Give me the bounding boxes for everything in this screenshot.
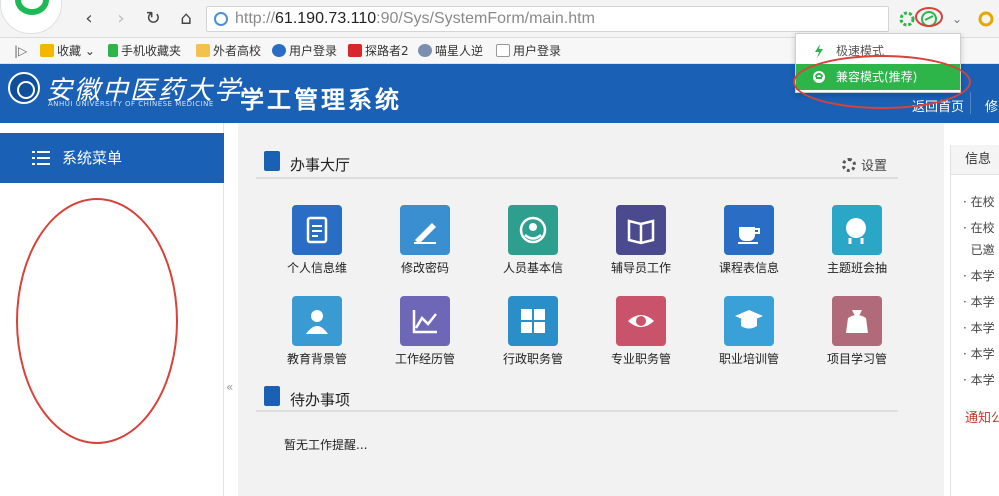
- tile-label: 教育背景管: [286, 352, 347, 366]
- hall-divider: [256, 177, 898, 179]
- info-list-item[interactable]: · 在校: [963, 219, 995, 236]
- tile-counselor-work[interactable]: 辅导员工作: [588, 205, 694, 291]
- back-icon[interactable]: ‹: [78, 8, 100, 30]
- annotation-ellipse-compat: [793, 55, 971, 109]
- tile-label: 修改密码: [400, 261, 449, 275]
- info-list-item[interactable]: · 本学: [963, 267, 995, 284]
- collapse-sidebar-icon[interactable]: «: [226, 380, 233, 394]
- tile-label: 课程表信息: [718, 261, 779, 275]
- info-panel: 信息 · 在校 · 在校 已邀 · 本学 · 本学 · 本学 · 本学 · 本学 通知公: [950, 145, 999, 496]
- tile-staff-basic-info[interactable]: 人员基本信: [480, 205, 586, 291]
- tile-label: 工作经历管: [394, 352, 455, 366]
- course-schedule-icon: [724, 205, 774, 255]
- speed-mode-icon[interactable]: [898, 10, 916, 28]
- tile-label: 专业职务管: [610, 352, 671, 366]
- tile-label: 项目学习管: [826, 352, 887, 366]
- tile-label: 辅导员工作: [610, 261, 671, 275]
- tile-change-password[interactable]: 修改密码: [372, 205, 478, 291]
- browser-e-icon: [15, 0, 49, 15]
- tile-education-background[interactable]: 教育背景管: [264, 296, 370, 382]
- tile-admin-position[interactable]: 行政职务管: [480, 296, 586, 382]
- staff-basic-info-icon: [508, 205, 558, 255]
- menu-icon: [32, 151, 50, 165]
- lightning-icon: [815, 44, 823, 58]
- work-history-icon: [400, 296, 450, 346]
- refresh-icon[interactable]: ↻: [142, 8, 164, 30]
- tile-label: 行政职务管: [502, 352, 563, 366]
- globe-icon: [272, 44, 286, 57]
- address-bar[interactable]: http://61.190.73.110:90/Sys/SystemForm/m…: [206, 6, 889, 32]
- university-seal-icon: [8, 72, 40, 104]
- class-meeting-icon: [832, 205, 882, 255]
- folder-icon: [196, 44, 210, 57]
- info-list-item[interactable]: · 本学: [963, 293, 995, 310]
- no-task-message: 暂无工作提醒...: [284, 438, 368, 452]
- hall-title: 办事大厅: [290, 156, 351, 174]
- education-background-icon: [292, 296, 342, 346]
- tile-vocational-training[interactable]: 职业培训管: [696, 296, 802, 382]
- tile-label: 个人信息维: [286, 261, 347, 275]
- tile-course-schedule[interactable]: 课程表信息: [696, 205, 802, 291]
- todo-title: 待办事项: [290, 391, 351, 409]
- system-title: 学工管理系统: [240, 86, 402, 114]
- tile-label: 人员基本信: [502, 261, 563, 275]
- project-study-icon: [832, 296, 882, 346]
- tile-professional-position[interactable]: 专业职务管: [588, 296, 694, 382]
- bookmark-mobile[interactable]: 手机收藏夹: [108, 43, 181, 59]
- university-name-en: ANHUI UNIVERSITY OF CHINESE MEDICINE: [48, 100, 214, 108]
- extension-icon[interactable]: [977, 10, 995, 28]
- notice-title[interactable]: 通知公: [965, 407, 999, 426]
- info-list-item[interactable]: · 本学: [963, 371, 995, 388]
- url-path: :90/Sys/SystemForm/main.htm: [376, 10, 595, 27]
- gear-icon: [842, 158, 856, 172]
- site-info-icon: [214, 12, 228, 26]
- forward-icon[interactable]: ›: [110, 8, 132, 30]
- personal-info-icon: [292, 205, 342, 255]
- bookmark-favorites[interactable]: 收藏 ⌄: [40, 43, 95, 59]
- counselor-work-icon: [616, 205, 666, 255]
- url-host: 61.190.73.110: [275, 10, 377, 27]
- info-list-item[interactable]: · 本学: [963, 319, 995, 336]
- todo-divider: [256, 410, 898, 412]
- info-list-item[interactable]: · 本学: [963, 345, 995, 362]
- tile-class-meeting[interactable]: 主题班会抽: [804, 205, 910, 291]
- bookmark-cat[interactable]: 喵星人逆: [418, 43, 483, 59]
- sidebar-title: 系统菜单: [62, 149, 123, 167]
- main-content: 办事大厅 设置 个人信息维 修改密码 人员基本信 辅导员工作 课程表信息 主题班会抽教育背…: [238, 123, 944, 496]
- tile-label: 主题班会抽: [826, 261, 887, 275]
- paw-icon: [418, 44, 432, 57]
- change-password-icon: [400, 205, 450, 255]
- todo-document-icon: [264, 386, 280, 406]
- modify-link[interactable]: 修: [985, 96, 998, 115]
- vocational-training-icon: [724, 296, 774, 346]
- tile-label: 职业培训管: [718, 352, 779, 366]
- tile-personal-info[interactable]: 个人信息维: [264, 205, 370, 291]
- document-icon: [264, 151, 280, 171]
- info-list-item[interactable]: · 在校: [963, 193, 995, 210]
- info-list-item[interactable]: 已邀: [963, 241, 995, 258]
- page-icon: [496, 44, 510, 57]
- professional-position-icon: [616, 296, 666, 346]
- admin-position-icon: [508, 296, 558, 346]
- jd-icon: [348, 44, 362, 57]
- browser-logo: [0, 0, 62, 34]
- tile-project-study[interactable]: 项目学习管: [804, 296, 910, 382]
- home-icon[interactable]: ⌂: [175, 8, 197, 30]
- star-icon: [40, 44, 54, 57]
- bookmark-folder[interactable]: 外者高校: [196, 43, 261, 59]
- tile-work-history[interactable]: 工作经历管: [372, 296, 478, 382]
- annotation-ellipse-sidebar: [16, 198, 178, 444]
- bookmark-login-1[interactable]: 用户登录: [272, 43, 337, 59]
- url-scheme: http://: [235, 10, 276, 27]
- header-divider: [970, 92, 971, 114]
- sidebar-header[interactable]: 系统菜单: [0, 133, 224, 183]
- bookmark-jd[interactable]: 探路者2: [348, 43, 409, 59]
- chevron-down-icon[interactable]: ⌄: [946, 8, 968, 30]
- annotation-ellipse-mode-icon: [915, 7, 943, 27]
- bookmarks-toggle-icon[interactable]: |▷: [14, 43, 27, 59]
- phone-icon: [108, 44, 118, 57]
- info-panel-title: 信息: [951, 145, 999, 175]
- settings-button[interactable]: 设置: [842, 155, 887, 174]
- bookmark-login-2[interactable]: 用户登录: [496, 43, 561, 59]
